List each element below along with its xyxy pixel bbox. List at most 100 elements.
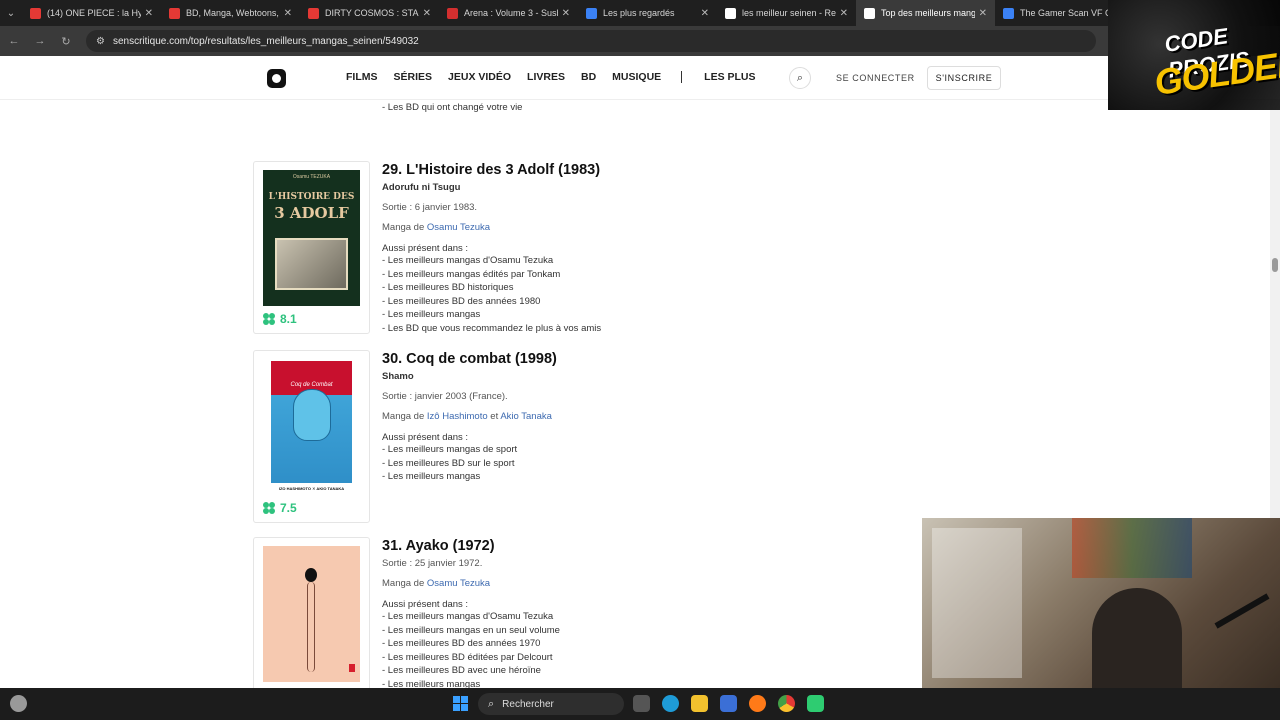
list-link[interactable]: - Les meilleurs mangas édités par Tonkam: [382, 268, 902, 282]
browser-tab[interactable]: Top des meilleurs manga ✕: [856, 0, 995, 26]
browser-tab[interactable]: Arena : Volume 3 - Sushi ✕: [439, 0, 578, 26]
browser-tab[interactable]: (14) ONE PIECE : la Hype ✕: [22, 0, 161, 26]
nav-livres[interactable]: LIVRES: [527, 71, 565, 83]
list-link[interactable]: - Les meilleurs mangas: [382, 678, 902, 689]
browser-tab[interactable]: DIRTY COSMOS : STARFIE ✕: [300, 0, 439, 26]
list-link[interactable]: - Les meilleurs mangas: [382, 470, 902, 484]
cover-figure-body: [307, 582, 315, 672]
cover-title-line2: 3 ADOLF: [274, 204, 349, 222]
author-link[interactable]: Osamu Tezuka: [427, 222, 490, 233]
senscritique-logo-icon[interactable]: [267, 69, 286, 88]
reload-icon[interactable]: ↻: [54, 29, 78, 53]
nav-jeux-video[interactable]: JEUX VIDÉO: [448, 71, 511, 83]
browser-tab[interactable]: Les plus regardés ✕: [578, 0, 717, 26]
original-title: Adorufu ni Tsugu: [382, 182, 461, 193]
list-link[interactable]: - Les meilleurs mangas d'Osamu Tezuka: [382, 254, 902, 268]
cover-card[interactable]: Osamu TEZUKA L'HISTOIRE DES 3 ADOLF 8.1: [253, 161, 370, 334]
author-line: Manga de Osamu Tezuka: [382, 578, 902, 589]
cover-stamp: [349, 664, 355, 672]
tab-close-icon[interactable]: ✕: [979, 8, 987, 19]
tab-close-icon[interactable]: ✕: [423, 8, 431, 19]
entry-title[interactable]: 29. L'Histoire des 3 Adolf (1983): [382, 162, 902, 178]
list-link[interactable]: - Les meilleures BD sur le sport: [382, 457, 902, 471]
tab-search-chevron-icon[interactable]: ⌄: [0, 0, 22, 26]
cover-card[interactable]: [253, 537, 370, 688]
browser-tab-bar: ⌄ (14) ONE PIECE : la Hype✕BD, Manga, We…: [0, 0, 1280, 26]
tab-close-icon[interactable]: ✕: [840, 8, 848, 19]
author-prefix: Manga de: [382, 578, 427, 589]
app-icon[interactable]: [807, 695, 824, 712]
entry-info: 29. L'Histoire des 3 Adolf (1983) Adoruf…: [382, 161, 902, 335]
url-text: senscritique.com/top/resultats/les_meill…: [112, 35, 419, 47]
entry-title[interactable]: 31. Ayako (1972): [382, 538, 902, 554]
task-view-icon[interactable]: [633, 695, 650, 712]
cover-author-text: Osamu TEZUKA: [292, 174, 331, 180]
address-bar[interactable]: ⚙ senscritique.com/top/resultats/les_mei…: [86, 30, 1096, 52]
cover-card[interactable]: Coq de Combat IZO HASHIMOTO ✕ AKIO TANAK…: [253, 350, 370, 523]
file-explorer-icon[interactable]: [691, 695, 708, 712]
author-line: Manga de Osamu Tezuka: [382, 222, 902, 233]
site-info-icon[interactable]: ⚙: [96, 36, 105, 47]
tab-close-icon[interactable]: ✕: [145, 8, 153, 19]
tab-close-icon[interactable]: ✕: [701, 8, 709, 19]
previous-list-item[interactable]: - Les BD qui ont changé votre vie: [382, 102, 522, 113]
list-link[interactable]: - Les meilleurs mangas: [382, 308, 902, 322]
rating-clover-icon: [263, 313, 275, 325]
screen: ⌄ (14) ONE PIECE : la Hype✕BD, Manga, We…: [0, 0, 1280, 720]
forward-arrow-icon[interactable]: →: [28, 29, 52, 53]
tab-close-icon[interactable]: ✕: [562, 8, 570, 19]
tab-favicon-icon: [308, 7, 319, 19]
tab-favicon-icon: [1003, 7, 1014, 19]
firefox-icon[interactable]: [749, 695, 766, 712]
search-icon[interactable]: ⌕: [789, 67, 811, 89]
cover-figure-head: [305, 568, 317, 582]
entry-title[interactable]: 30. Coq de combat (1998): [382, 351, 902, 367]
list-link[interactable]: - Les meilleures BD des années 1980: [382, 295, 902, 309]
also-in-heading: Aussi présent dans :: [382, 243, 469, 254]
also-in-heading: Aussi présent dans :: [382, 599, 469, 610]
nav-bd[interactable]: BD: [581, 71, 596, 83]
scrollbar-thumb[interactable]: [1272, 258, 1278, 272]
list-link[interactable]: - Les meilleurs mangas d'Osamu Tezuka: [382, 610, 902, 624]
cover-face: [293, 389, 331, 441]
nav-divider: [681, 71, 683, 83]
webcam-window-light: [932, 528, 1022, 678]
list-link[interactable]: - Les meilleures BD des années 1970: [382, 637, 902, 651]
list-link[interactable]: - Les meilleures BD éditées par Delcourt: [382, 651, 902, 665]
taskbar-search[interactable]: ⌕ Rechercher: [478, 693, 624, 715]
edge-browser-icon[interactable]: [662, 695, 679, 712]
list-link[interactable]: - Les BD que vous recommandez le plus à …: [382, 322, 902, 336]
list-link[interactable]: - Les meilleurs mangas de sport: [382, 443, 902, 457]
cover-image[interactable]: Osamu TEZUKA L'HISTOIRE DES 3 ADOLF: [263, 170, 360, 306]
tab-title: les meilleur seinen - Rech: [742, 8, 836, 18]
nav-les-plus[interactable]: LES PLUS: [704, 71, 755, 83]
release-date: Sortie : 25 janvier 1972.: [382, 558, 483, 569]
also-in-heading: Aussi présent dans :: [382, 432, 469, 443]
author-prefix: Manga de: [382, 411, 427, 422]
nav-films[interactable]: FILMS: [346, 71, 378, 83]
nav-musique[interactable]: MUSIQUE: [612, 71, 661, 83]
list-link[interactable]: - Les meilleures BD historiques: [382, 281, 902, 295]
chrome-icon[interactable]: [778, 695, 795, 712]
browser-tab[interactable]: BD, Manga, Webtoons, Li ✕: [161, 0, 300, 26]
login-link[interactable]: SE CONNECTER: [836, 73, 915, 83]
list-link[interactable]: - Les meilleurs mangas en un seul volume: [382, 624, 902, 638]
list-link[interactable]: - Les meilleures BD avec une héroïne: [382, 664, 902, 678]
browser-tab[interactable]: les meilleur seinen - Rech ✕: [717, 0, 856, 26]
cover-image[interactable]: [263, 546, 360, 682]
author-link[interactable]: Izô Hashimoto: [427, 411, 488, 422]
store-icon[interactable]: [720, 695, 737, 712]
webcam-person: [1092, 588, 1182, 688]
tab-title: Les plus regardés: [603, 8, 675, 18]
nav-series[interactable]: SÉRIES: [394, 71, 433, 83]
signup-button[interactable]: S'INSCRIRE: [927, 66, 1001, 90]
tab-title: BD, Manga, Webtoons, Li: [186, 8, 280, 18]
author-link[interactable]: Akio Tanaka: [500, 411, 552, 422]
weather-icon[interactable]: [10, 695, 27, 712]
back-arrow-icon[interactable]: ←: [2, 29, 26, 53]
author-line: Manga de Izô Hashimoto et Akio Tanaka: [382, 411, 902, 422]
windows-start-icon[interactable]: [453, 696, 469, 712]
author-link[interactable]: Osamu Tezuka: [427, 578, 490, 589]
cover-image[interactable]: Coq de Combat IZO HASHIMOTO ✕ AKIO TANAK…: [263, 359, 360, 495]
tab-close-icon[interactable]: ✕: [284, 8, 292, 19]
